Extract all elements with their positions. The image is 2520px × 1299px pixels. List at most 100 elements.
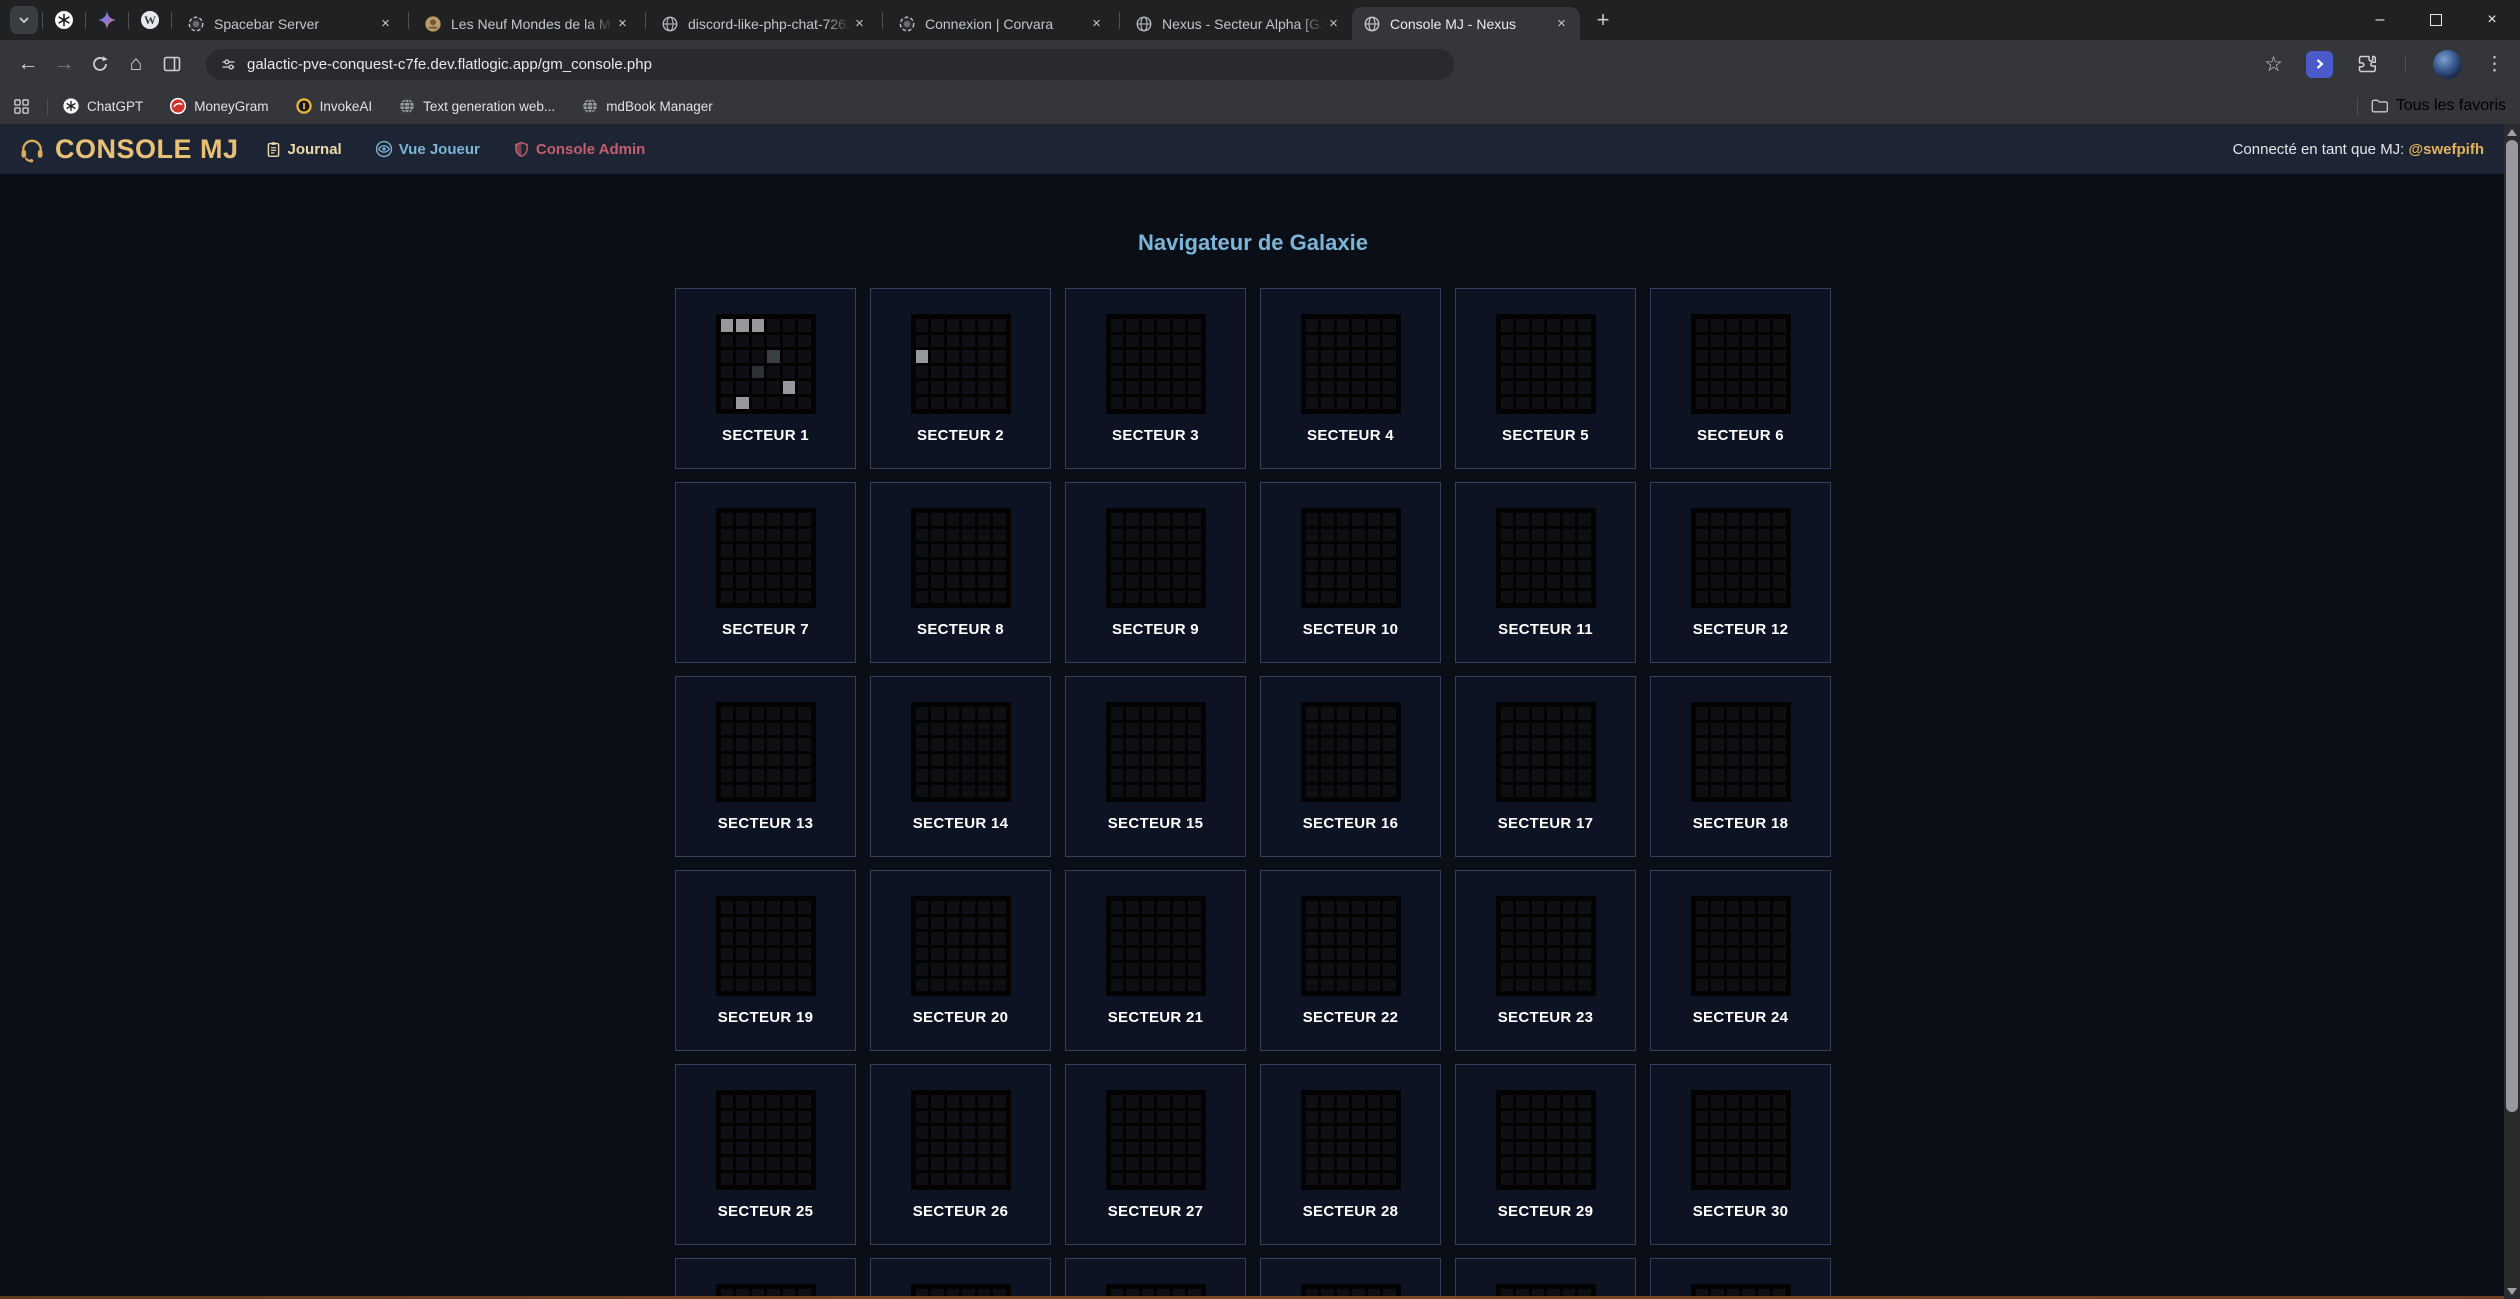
close-window-button[interactable]: ×	[2464, 0, 2520, 40]
sector-card[interactable]: SECTEUR 3	[1065, 288, 1246, 469]
forward-button[interactable]: →	[46, 46, 82, 82]
tab-close-icon[interactable]: ×	[1324, 14, 1343, 33]
sector-card[interactable]: SECTEUR 28	[1260, 1064, 1441, 1245]
extension-shortcut-icon[interactable]	[2306, 51, 2333, 78]
pinned-tab-wordpress[interactable]: W	[133, 3, 167, 37]
bookmark-moneygram[interactable]: MoneyGram	[169, 97, 268, 115]
all-bookmarks[interactable]: Tous les favoris	[2353, 97, 2506, 115]
tab-console-mj-nexus[interactable]: Console MJ - Nexus ×	[1352, 7, 1580, 40]
nav-vue-joueur[interactable]: Vue Joueur	[375, 140, 480, 158]
sector-card[interactable]: SECTEUR 34	[1260, 1258, 1441, 1299]
sector-cell	[1142, 1157, 1155, 1170]
bookmark-mdbook-manager[interactable]: mdBook Manager	[581, 97, 713, 115]
page-scrollbar[interactable]	[2504, 124, 2520, 1299]
sector-cell	[931, 917, 944, 930]
sector-card[interactable]: SECTEUR 15	[1065, 676, 1246, 857]
sector-cell	[1337, 335, 1350, 348]
sector-card[interactable]: SECTEUR 17	[1455, 676, 1636, 857]
sector-cell	[1578, 932, 1591, 945]
sector-card[interactable]: SECTEUR 23	[1455, 870, 1636, 1051]
sector-cell	[1321, 785, 1334, 798]
sector-cell	[1368, 754, 1381, 767]
home-button[interactable]: ⌂	[118, 46, 154, 82]
sector-card[interactable]: SECTEUR 12	[1650, 482, 1831, 663]
sector-card[interactable]: SECTEUR 4	[1260, 288, 1441, 469]
sector-card[interactable]: SECTEUR 5	[1455, 288, 1636, 469]
sector-cell	[1111, 1173, 1124, 1186]
new-tab-button[interactable]: +	[1588, 5, 1618, 35]
minimize-button[interactable]: –	[2352, 0, 2408, 40]
sector-card[interactable]: SECTEUR 13	[675, 676, 856, 857]
sector-card[interactable]: SECTEUR 9	[1065, 482, 1246, 663]
sector-cell	[1547, 575, 1560, 588]
sector-card[interactable]: SECTEUR 32	[870, 1258, 1051, 1299]
tab-close-icon[interactable]: ×	[850, 14, 869, 33]
sector-card[interactable]: SECTEUR 18	[1650, 676, 1831, 857]
tab-close-icon[interactable]: ×	[1087, 14, 1106, 33]
sector-card[interactable]: SECTEUR 22	[1260, 870, 1441, 1051]
tab-close-icon[interactable]: ×	[376, 14, 395, 33]
sector-card[interactable]: SECTEUR 24	[1650, 870, 1831, 1051]
sector-card[interactable]: SECTEUR 16	[1260, 676, 1441, 857]
sector-card[interactable]: SECTEUR 19	[675, 870, 856, 1051]
sector-cell	[1742, 963, 1755, 976]
sector-cell	[1321, 963, 1334, 976]
sector-card[interactable]: SECTEUR 31	[675, 1258, 856, 1299]
sector-card[interactable]: SECTEUR 20	[870, 870, 1051, 1051]
sector-card[interactable]: SECTEUR 1	[675, 288, 856, 469]
sector-card[interactable]: SECTEUR 6	[1650, 288, 1831, 469]
sector-cell	[916, 1095, 929, 1108]
tab-spacebar-server[interactable]: Spacebar Server ×	[176, 7, 404, 40]
sector-card[interactable]: SECTEUR 26	[870, 1064, 1051, 1245]
sector-card[interactable]: SECTEUR 8	[870, 482, 1051, 663]
sector-card[interactable]: SECTEUR 33	[1065, 1258, 1246, 1299]
url-text[interactable]: galactic-pve-conquest-c7fe.dev.flatlogic…	[247, 56, 652, 73]
bookmark-chatgpt[interactable]: ChatGPT	[62, 97, 143, 115]
profile-avatar[interactable]	[2433, 50, 2462, 79]
nav-journal[interactable]: Journal	[265, 141, 342, 158]
sector-cell	[783, 319, 796, 332]
sector-card[interactable]: SECTEUR 25	[675, 1064, 856, 1245]
sector-card[interactable]: SECTEUR 21	[1065, 870, 1246, 1051]
tab-discord-like-php-chat[interactable]: discord-like-php-chat-7262.dev ×	[650, 7, 878, 40]
tab-search-button[interactable]	[10, 6, 38, 34]
pinned-tab-chatgpt[interactable]	[47, 3, 81, 37]
bookmark-star-icon[interactable]: ☆	[2264, 52, 2283, 77]
nav-console-admin[interactable]: Console Admin	[513, 141, 645, 158]
sector-card[interactable]: SECTEUR 35	[1455, 1258, 1636, 1299]
extensions-puzzle-icon[interactable]	[2356, 53, 2378, 75]
sector-card[interactable]: SECTEUR 36	[1650, 1258, 1831, 1299]
side-panel-button[interactable]	[154, 46, 190, 82]
apps-grid-icon[interactable]	[12, 97, 31, 116]
scrollbar-thumb[interactable]	[2506, 140, 2518, 1112]
tab-les-neuf-mondes[interactable]: Les Neuf Mondes de la Mythologie ×	[413, 7, 641, 40]
sector-cell	[978, 963, 991, 976]
sector-cell	[1711, 397, 1724, 410]
maximize-button[interactable]	[2408, 0, 2464, 40]
tab-nexus-secteur-alpha[interactable]: Nexus - Secteur Alpha [G1] ×	[1124, 7, 1352, 40]
browser-menu-icon[interactable]: ⋮	[2485, 53, 2504, 76]
sector-card[interactable]: SECTEUR 14	[870, 676, 1051, 857]
reload-button[interactable]	[82, 46, 118, 82]
scrollbar-up-arrow[interactable]	[2504, 124, 2520, 140]
scrollbar-down-arrow[interactable]	[2504, 1283, 2520, 1299]
sector-card[interactable]: SECTEUR 11	[1455, 482, 1636, 663]
sector-cell	[1368, 397, 1381, 410]
sector-card[interactable]: SECTEUR 10	[1260, 482, 1441, 663]
sector-card[interactable]: SECTEUR 27	[1065, 1064, 1246, 1245]
sector-cell	[993, 335, 1006, 348]
sector-cell	[993, 366, 1006, 379]
tab-close-icon[interactable]: ×	[1552, 14, 1571, 33]
sector-card[interactable]: SECTEUR 30	[1650, 1064, 1831, 1245]
tab-connexion-corvara[interactable]: Connexion | Corvara ×	[887, 7, 1115, 40]
bookmark-invokeai[interactable]: InvokeAI	[295, 97, 373, 115]
tab-close-icon[interactable]: ×	[613, 14, 632, 33]
address-bar[interactable]: galactic-pve-conquest-c7fe.dev.flatlogic…	[206, 49, 1454, 80]
bookmark-text-generation-webui[interactable]: Text generation web...	[398, 97, 555, 115]
sector-cell	[1563, 1173, 1576, 1186]
back-button[interactable]: ←	[10, 46, 46, 82]
sector-card[interactable]: SECTEUR 29	[1455, 1064, 1636, 1245]
pinned-tab-gemini[interactable]	[90, 3, 124, 37]
sector-card[interactable]: SECTEUR 7	[675, 482, 856, 663]
sector-card[interactable]: SECTEUR 2	[870, 288, 1051, 469]
